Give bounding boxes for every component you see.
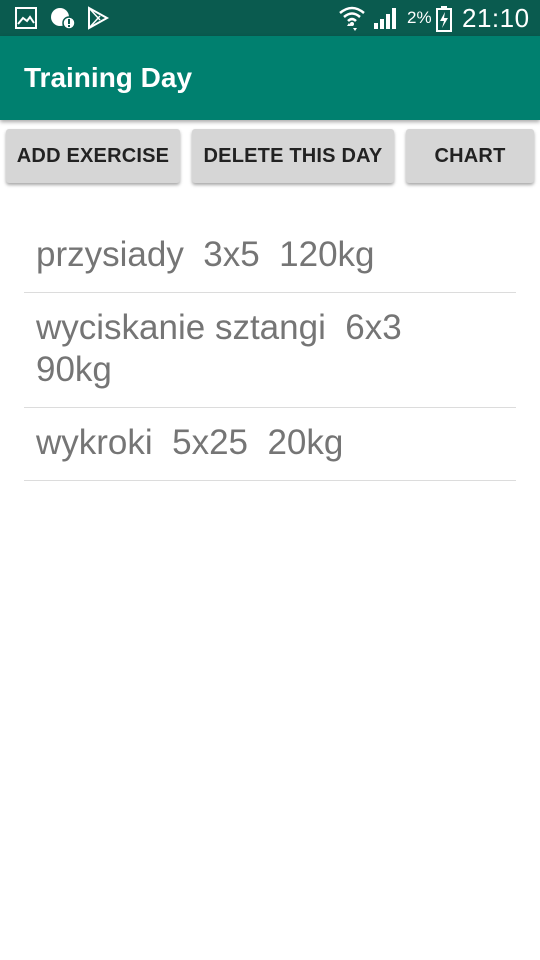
- chart-button[interactable]: CHART: [406, 129, 534, 183]
- exercise-list: przysiady 3x5 120kg wyciskanie sztangi 6…: [24, 220, 516, 481]
- notification-alert-icon: [51, 8, 76, 30]
- add-exercise-button[interactable]: ADD EXERCISE: [6, 129, 180, 183]
- list-item[interactable]: przysiady 3x5 120kg: [24, 220, 516, 293]
- page-title: Training Day: [24, 62, 193, 93]
- screen: 2% 21:10 Training Day ADD EXERCISE DELET…: [0, 0, 540, 960]
- status-bar: 2% 21:10: [0, 0, 540, 36]
- cell-signal-icon: [374, 8, 396, 29]
- app-bar: Training Day: [0, 36, 540, 120]
- wifi-icon: [339, 6, 365, 31]
- list-item[interactable]: wykroki 5x25 20kg: [24, 408, 516, 481]
- play-store-icon: [88, 6, 110, 30]
- delete-day-button[interactable]: DELETE THIS DAY: [192, 129, 394, 183]
- status-time: 21:10: [462, 3, 530, 33]
- battery-percent: 2%: [407, 8, 432, 27]
- gallery-icon: [15, 7, 37, 29]
- battery-charging-icon: [436, 6, 452, 32]
- list-item[interactable]: wyciskanie sztangi 6x3 90kg: [24, 293, 516, 408]
